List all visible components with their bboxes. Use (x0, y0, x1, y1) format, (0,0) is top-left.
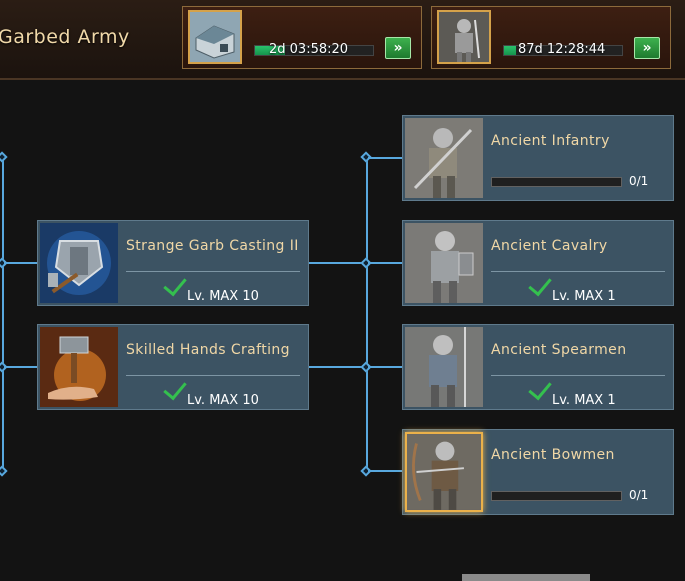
checkmark-icon (163, 271, 187, 297)
header-bar: Garbed Army 2d 03:58:20 » 87d 12:28:44 » (0, 0, 685, 80)
skill-name: Skilled Hands Crafting (126, 342, 290, 358)
unit-card-ancient-infantry[interactable]: Ancient Infantry 0/1 (402, 115, 674, 201)
unit-card-ancient-bowmen[interactable]: Ancient Bowmen 0/1 (402, 429, 674, 515)
divider (491, 375, 665, 376)
connector-line (308, 262, 367, 264)
divider (126, 375, 300, 376)
unit-progress-bar (491, 177, 622, 187)
queue-1-timer: 2d 03:58:20 (269, 42, 349, 57)
unit-count: 0/1 (629, 174, 649, 188)
knight-icon (437, 10, 491, 64)
connector-line (4, 366, 38, 368)
divider (491, 271, 665, 272)
unit-progress-bar (491, 491, 622, 501)
connector-node (0, 465, 8, 477)
connector-line (368, 157, 402, 159)
unit-level: Lv. MAX 1 (528, 271, 616, 304)
build-queue-1[interactable]: 2d 03:58:20 » (182, 6, 422, 69)
connector-line (2, 157, 4, 471)
unit-name: Ancient Infantry (491, 133, 610, 149)
connector-line (308, 366, 367, 368)
infantry-icon (405, 118, 483, 198)
skill-card-strange-garb-casting[interactable]: Strange Garb Casting II Lv. MAX 10 (37, 220, 309, 306)
checkmark-icon (163, 375, 187, 401)
connector-line (366, 157, 368, 471)
spearmen-icon (405, 327, 483, 407)
bottom-tab-button[interactable] (462, 574, 590, 581)
queue-2-timer: 87d 12:28:44 (518, 42, 606, 57)
building-icon (188, 10, 242, 64)
unit-name: Ancient Bowmen (491, 447, 615, 463)
page-title: Garbed Army (0, 26, 130, 48)
checkmark-icon (528, 375, 552, 401)
cavalry-icon (405, 223, 483, 303)
fast-forward-icon[interactable]: » (634, 37, 660, 59)
tech-tree: Strange Garb Casting II Lv. MAX 10 Skill… (0, 82, 685, 581)
skill-level: Lv. MAX 10 (163, 271, 259, 304)
skill-card-skilled-hands-crafting[interactable]: Skilled Hands Crafting Lv. MAX 10 (37, 324, 309, 410)
unit-count: 0/1 (629, 488, 649, 502)
armor-hammer-icon (40, 223, 118, 303)
bowmen-icon (405, 432, 483, 512)
fast-forward-icon[interactable]: » (385, 37, 411, 59)
skill-level: Lv. MAX 10 (163, 375, 259, 408)
build-queue-2[interactable]: 87d 12:28:44 » (431, 6, 671, 69)
unit-level: Lv. MAX 1 (528, 375, 616, 408)
connector-line (368, 366, 402, 368)
divider (126, 271, 300, 272)
unit-name: Ancient Spearmen (491, 342, 627, 358)
connector-line (4, 262, 38, 264)
connector-line (368, 262, 402, 264)
unit-name: Ancient Cavalry (491, 238, 608, 254)
connector-line (368, 470, 402, 472)
skill-name: Strange Garb Casting II (126, 238, 299, 254)
checkmark-icon (528, 271, 552, 297)
forging-hammer-icon (40, 327, 118, 407)
unit-card-ancient-cavalry[interactable]: Ancient Cavalry Lv. MAX 1 (402, 220, 674, 306)
unit-card-ancient-spearmen[interactable]: Ancient Spearmen Lv. MAX 1 (402, 324, 674, 410)
